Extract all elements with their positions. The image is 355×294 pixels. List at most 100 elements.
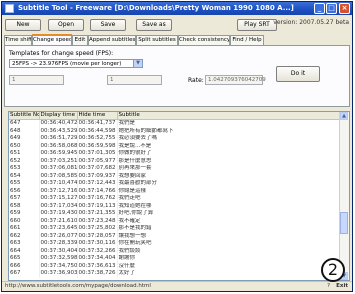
- cell-display-time: 00:36:40,472: [39, 119, 78, 128]
- cell-display-time: 00:37:19,430: [39, 210, 78, 218]
- cell-hide-time: 00:36:59,598: [77, 142, 118, 150]
- tab-bar: Time shift Change speed Edit Append subt…: [4, 34, 350, 45]
- do-it-button[interactable]: Do it: [276, 66, 320, 82]
- column-header-subtitle[interactable]: Subtitle: [117, 112, 342, 120]
- cell-subtitle-text: 她把所有的細節都寫下: [117, 127, 342, 135]
- cell-subtitle-text: 謝謝你: [117, 255, 342, 263]
- play-srt-button[interactable]: Play SRT: [237, 19, 277, 31]
- column-header-display-time[interactable]: Display time: [39, 112, 78, 120]
- cell-subtitle-no: 647: [9, 119, 40, 128]
- to-fps-field[interactable]: 1: [107, 75, 162, 85]
- cell-display-time: 00:37:34,750: [39, 262, 78, 270]
- table-row[interactable]: 650 00:36:58,068 00:36:59,598 我是說...不是: [9, 142, 342, 150]
- cell-subtitle-no: 648: [9, 127, 40, 135]
- cell-subtitle-no: 662: [9, 232, 40, 240]
- cell-display-time: 00:37:08,585: [39, 172, 78, 180]
- table-row[interactable]: 654 00:37:08,585 00:37:09,937 我想要回家: [9, 172, 342, 180]
- annotation-number-badge: 2: [321, 258, 345, 282]
- close-button[interactable]: ×: [339, 3, 350, 14]
- cell-subtitle-text: 讓我想一想: [117, 232, 342, 240]
- from-fps-field[interactable]: 1: [9, 75, 64, 85]
- table-row[interactable]: 658 00:37:17,034 00:37:19,113 我知道她在哪: [9, 202, 342, 210]
- fps-template-select[interactable]: 25FPS -> 23.976FPS (movie per longer) ▼: [9, 59, 143, 68]
- table-row[interactable]: 667 00:37:36,903 00:37:38,726 太好了: [9, 270, 342, 278]
- table-row[interactable]: 649 00:36:51,729 00:36:52,755 我必須要去了嗎: [9, 135, 342, 143]
- cell-hide-time: 00:37:01,305: [77, 150, 118, 158]
- tab-change-speed[interactable]: Change speed: [32, 34, 72, 45]
- table-row[interactable]: 657 00:37:15,127 00:37:16,762 我們走吧: [9, 195, 342, 203]
- open-button[interactable]: Open: [48, 19, 84, 31]
- table-row[interactable]: 651 00:36:59,945 00:37:01,305 你做的很好了: [9, 150, 342, 158]
- cell-subtitle-text: 我必須要去了嗎: [117, 135, 342, 143]
- table-row[interactable]: 653 00:37:06,081 00:37:07,682 別再來那一套: [9, 165, 342, 173]
- scroll-up-icon[interactable]: ▲: [340, 112, 348, 120]
- cell-subtitle-text: 好吧,你說了算: [117, 210, 342, 218]
- rate-label: Rate:: [188, 77, 204, 84]
- table-row[interactable]: 665 00:37:32,598 00:37:34,404 謝謝你: [9, 255, 342, 263]
- help-icon[interactable]: ?: [327, 282, 330, 291]
- cell-subtitle-no: 665: [9, 255, 40, 263]
- table-row[interactable]: 660 00:37:21,610 00:37:23,248 我不確定: [9, 217, 342, 225]
- table-row[interactable]: 663 00:37:28,339 00:37:30,116 你在開玩笑吧: [9, 240, 342, 248]
- version-label: version: 2007.05.27 beta: [273, 19, 349, 26]
- tab-check-consistency[interactable]: Check consistency: [178, 35, 230, 45]
- cell-display-time: 00:37:30,404: [39, 247, 78, 255]
- tab-time-shift[interactable]: Time shift: [4, 35, 32, 45]
- cell-hide-time: 00:37:12,443: [77, 180, 118, 188]
- cell-subtitle-text: 我不確定: [117, 217, 342, 225]
- cell-subtitle-text: 你總是這樣: [117, 187, 342, 195]
- cell-subtitle-no: 658: [9, 202, 40, 210]
- table-row[interactable]: 648 00:36:43,529 00:36:44,598 她把所有的細節都寫下: [9, 127, 342, 135]
- cell-display-time: 00:37:23,645: [39, 225, 78, 233]
- status-url-link[interactable]: http://www.subtitletools.com/mypage/down…: [5, 283, 151, 289]
- table-row[interactable]: 659 00:37:19,430 00:37:21,355 好吧,你說了算: [9, 210, 342, 218]
- tab-find-help[interactable]: Find / Help: [230, 35, 264, 45]
- cell-hide-time: 00:37:28,057: [77, 232, 118, 240]
- cell-subtitle-no: 656: [9, 187, 40, 195]
- scroll-thumb[interactable]: [340, 212, 348, 234]
- tab-split-subtitles[interactable]: Split subtitles: [136, 35, 178, 45]
- minimize-button[interactable]: _: [314, 3, 325, 14]
- cell-hide-time: 00:37:16,762: [77, 195, 118, 203]
- cell-hide-time: 00:37:14,766: [77, 187, 118, 195]
- window-title: Subtitle Tool - Freeware [D:\Downloads\P…: [18, 4, 294, 12]
- cell-display-time: 00:36:58,068: [39, 142, 78, 150]
- chevron-down-icon[interactable]: ▼: [133, 60, 142, 67]
- cell-subtitle-no: 657: [9, 195, 40, 203]
- cell-display-time: 00:37:03,251: [39, 157, 78, 165]
- cell-display-time: 00:37:12,716: [39, 187, 78, 195]
- cell-subtitle-text: 我是說...不是: [117, 142, 342, 150]
- table-row[interactable]: 655 00:37:10,474 00:37:12,443 我最喜歡的部分: [9, 180, 342, 188]
- cell-hide-time: 00:37:05,977: [77, 157, 118, 165]
- column-header-hide-time[interactable]: Hide time: [77, 112, 118, 120]
- table-row[interactable]: 664 00:37:30,404 00:37:32,266 我們談談: [9, 247, 342, 255]
- cell-subtitle-no: 650: [9, 142, 40, 150]
- cell-subtitle-no: 653: [9, 165, 40, 173]
- save-as-button[interactable]: Save as: [136, 19, 172, 31]
- table-row[interactable]: 662 00:37:26,077 00:37:28,057 讓我想一想: [9, 232, 342, 240]
- cell-subtitle-no: 652: [9, 157, 40, 165]
- cell-display-time: 00:37:17,034: [39, 202, 78, 210]
- cell-subtitle-no: 663: [9, 240, 40, 248]
- table-row[interactable]: 652 00:37:03,251 00:37:05,977 那是什麼意思: [9, 157, 342, 165]
- change-speed-panel: Templates for change speed (FPS): 25FPS …: [4, 45, 350, 107]
- table-row[interactable]: 647 00:36:40,472 00:36:41,737 我們是: [9, 119, 342, 128]
- table-row[interactable]: 661 00:37:23,645 00:37:25,802 那不是我的錯: [9, 225, 342, 233]
- exit-button[interactable]: Exit: [336, 282, 348, 291]
- table-row[interactable]: 666 00:37:34,750 00:37:36,613 沒什麼: [9, 262, 342, 270]
- save-button[interactable]: Save: [90, 19, 126, 31]
- cell-display-time: 00:37:21,610: [39, 217, 78, 225]
- tab-append-subtitles[interactable]: Append subtitles: [88, 35, 136, 45]
- rate-field[interactable]: 1.042709376042709: [205, 75, 266, 85]
- cell-subtitle-text: 我們走吧: [117, 195, 342, 203]
- subtitle-grid[interactable]: Subtitle No. Display time Hide time Subt…: [8, 111, 350, 281]
- table-row[interactable]: 656 00:37:12,716 00:37:14,766 你總是這樣: [9, 187, 342, 195]
- cell-subtitle-no: 666: [9, 262, 40, 270]
- tab-edit[interactable]: Edit: [72, 35, 88, 45]
- vertical-scrollbar[interactable]: ▲ ▼: [339, 112, 349, 280]
- new-button[interactable]: New: [5, 19, 41, 31]
- app-icon: [5, 4, 14, 13]
- column-header-subtitle-no[interactable]: Subtitle No.: [9, 112, 40, 120]
- cell-display-time: 00:37:26,077: [39, 232, 78, 240]
- maximize-button[interactable]: □: [326, 3, 337, 14]
